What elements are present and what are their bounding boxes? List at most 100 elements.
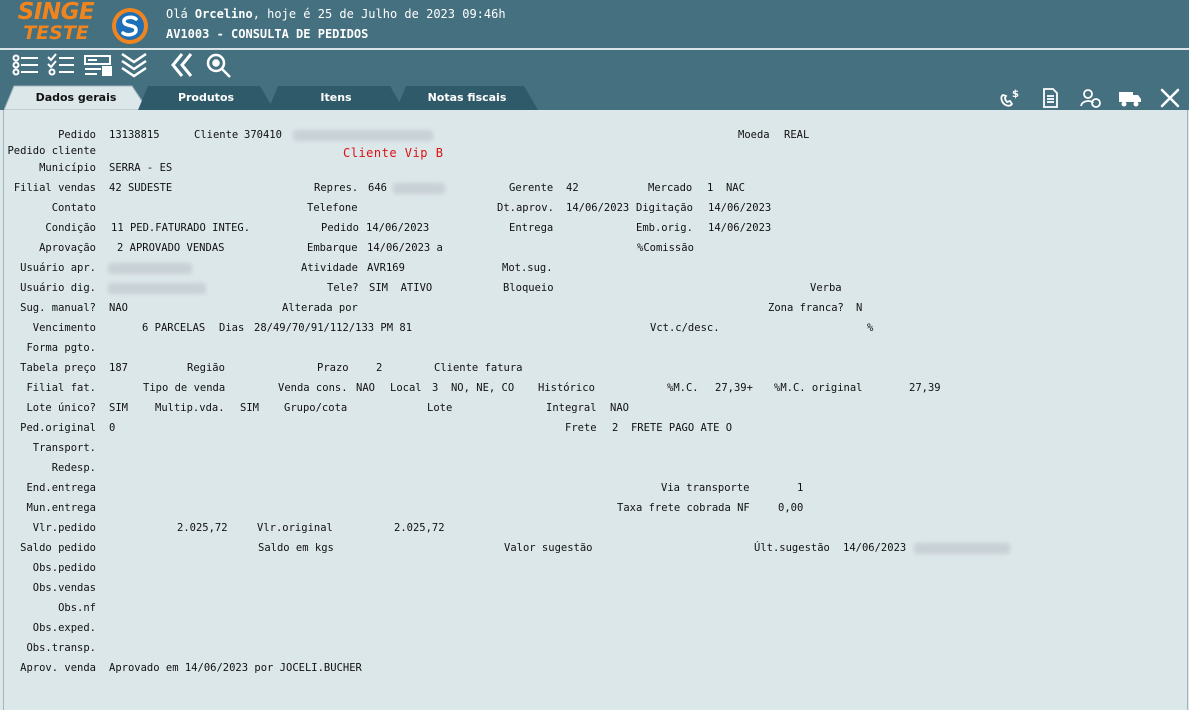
vencimento-label: Vencimento [32, 322, 96, 334]
filial-vendas-label: Filial vendas [13, 182, 96, 194]
tab-label: Notas fiscais [427, 91, 507, 104]
aprov-venda-value: Aprovado em 14/06/2023 por JOCELI.BUCHER [109, 662, 362, 674]
contato-label: Contato [51, 202, 96, 214]
repres-value: 646 [368, 182, 387, 194]
sug-manual-value: NAO [109, 302, 128, 314]
tab-label: Itens [320, 91, 352, 104]
regiao-label: Região [187, 362, 225, 374]
usuario-apr-label: Usuário apr. [20, 262, 96, 274]
list-icon[interactable] [10, 52, 40, 78]
venda-cons-label: Venda cons. [278, 382, 348, 394]
aprovacao-value: 2 APROVADO VENDAS [117, 242, 225, 254]
taxa-frete-label: Taxa frete cobrada NF [617, 502, 750, 514]
repres-label: Repres. [314, 182, 359, 194]
saldo-pedido-label: Saldo pedido [20, 542, 96, 554]
mun-entrega-label: Mun.entrega [26, 502, 96, 514]
document-icon[interactable] [1038, 87, 1062, 109]
redacted-cliente-name [293, 130, 433, 141]
digitacao-label: Digitação [636, 202, 693, 214]
atividade-value: AVR169 [367, 262, 405, 274]
svg-text:$: $ [1012, 89, 1019, 100]
mc-original-label: %M.C. original [774, 382, 863, 394]
comissao-label: %Comissão [637, 242, 694, 254]
tele-label: Tele? [327, 282, 359, 294]
via-transporte-value: 1 [797, 482, 804, 494]
greeting-prefix: Olá [166, 7, 195, 21]
redacted-repres-name [393, 183, 445, 194]
pedido-cliente-label: Pedido cliente [7, 145, 96, 157]
telefone-label: Telefone [307, 202, 358, 214]
search-icon[interactable] [204, 52, 234, 78]
condicao-label: Condição [45, 222, 96, 234]
vct-desc-label: Vct.c/desc. [650, 322, 720, 334]
mercado-value: 1 NAC [707, 182, 745, 194]
tab-label: Dados gerais [35, 91, 117, 104]
vlr-pedido-label: Vlr.pedido [32, 522, 96, 534]
embarque-label: Embarque [307, 242, 358, 254]
pedido-data-value: 14/06/2023 [366, 222, 430, 234]
integral-label: Integral [546, 402, 597, 414]
lote-label: Lote [427, 402, 453, 414]
obs-nf-label: Obs.nf [58, 602, 96, 614]
municipio-value: SERRA - ES [109, 162, 173, 174]
ult-sugestao-label: Últ.sugestão [754, 542, 830, 554]
mot-sug-label: Mot.sug. [502, 262, 553, 274]
dt-aprov-value: 14/06/2023 [566, 202, 630, 214]
tabela-preco-value: 187 [109, 362, 128, 374]
tab-dados-gerais[interactable]: Dados gerais [4, 85, 148, 110]
redacted-ult-sugestao-user [914, 543, 1010, 554]
tipo-venda-label: Tipo de venda [143, 382, 226, 394]
frete-value: 2 FRETE PAGO ATE O [612, 422, 733, 434]
user-money-icon[interactable] [1078, 87, 1102, 109]
tab-notas-fiscais[interactable]: Notas fiscais [396, 85, 538, 110]
aprov-venda-label: Aprov. venda [20, 662, 96, 674]
cliente-fatura-label: Cliente fatura [434, 362, 523, 374]
embarque-value: 14/06/2023 a [367, 242, 443, 254]
pedido-label: Pedido [58, 129, 96, 141]
obs-transp-label: Obs.transp. [26, 642, 96, 654]
back-icon[interactable] [168, 52, 198, 78]
vlr-original-label: Vlr.original [257, 522, 333, 534]
greeting: Olá Orcelino, hoje é 25 de Julho de 2023… [166, 7, 506, 21]
condicao-value: 11 PED.FATURADO INTEG. [111, 222, 251, 234]
prazo-value: 2 [376, 362, 383, 374]
mc-original-value: 27,39 [909, 382, 941, 394]
vip-badge: Cliente Vip B [343, 146, 444, 160]
redacted-usuario-apr [108, 263, 192, 274]
frete-label: Frete [565, 422, 597, 434]
money-phone-icon[interactable]: $ [998, 87, 1022, 109]
entrega-label: Entrega [509, 222, 554, 234]
obs-exped-label: Obs.exped. [32, 622, 96, 634]
municipio-label: Município [39, 162, 96, 174]
atividade-label: Atividade [301, 262, 358, 274]
bloqueio-label: Bloqueio [503, 282, 554, 294]
cliente-value: 370410 [244, 129, 282, 141]
tools-icon[interactable] [1158, 87, 1182, 109]
digitacao-value: 14/06/2023 [708, 202, 772, 214]
cliente-label: Cliente [194, 129, 239, 141]
pedido-data-label: Pedido [321, 222, 359, 234]
usuario-dig-label: Usuário dig. [20, 282, 96, 294]
taxa-frete-value: 0,00 [778, 502, 804, 514]
moeda-value: REAL [784, 129, 810, 141]
emb-orig-label: Emb.orig. [636, 222, 693, 234]
app-header: SINGE TESTE Olá Orcelino, hoje é 25 de J… [0, 0, 1189, 48]
mc-label: %M.C. [667, 382, 699, 394]
logo-line1: SINGE [17, 0, 95, 25]
vlr-pedido-value: 2.025,72 [177, 522, 228, 534]
tab-produtos[interactable]: Produtos [138, 85, 274, 110]
truck-icon[interactable] [1118, 87, 1142, 109]
checklist-icon[interactable] [46, 52, 76, 78]
valor-sugestao-label: Valor sugestão [504, 542, 593, 554]
form-icon[interactable] [83, 52, 113, 78]
multip-value: SIM [240, 402, 259, 414]
dias-value: 28/49/70/91/112/133 PM 81 [254, 322, 413, 334]
local-value: 3 NO, NE, CO [432, 382, 515, 394]
tab-itens[interactable]: Itens [268, 85, 404, 110]
vlr-original-value: 2.025,72 [394, 522, 445, 534]
gerente-value: 42 [566, 182, 579, 194]
double-chevron-down-icon[interactable] [119, 52, 149, 78]
brand-emblem-icon [112, 8, 148, 44]
dias-label: Dias [219, 322, 245, 334]
mercado-label: Mercado [648, 182, 693, 194]
